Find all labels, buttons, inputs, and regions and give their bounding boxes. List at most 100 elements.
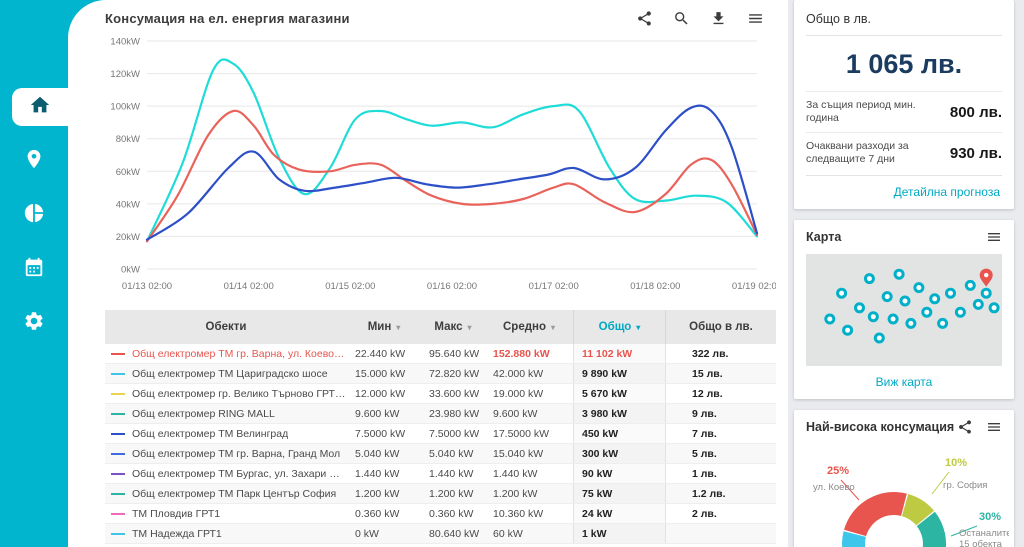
donut-pct-label: 30% <box>979 511 1001 523</box>
sidebar-item-home[interactable] <box>12 88 68 126</box>
menu-icon[interactable] <box>747 10 764 27</box>
table-row[interactable]: Общ електромер ТМ гр. Варна, ул. Коево №… <box>105 344 776 364</box>
map-marker-icon <box>966 281 974 289</box>
object-name: Общ електромер ТМ гр. Варна, Гранд Мол <box>132 448 340 460</box>
cell-avg: 17.5000 kW <box>485 424 573 443</box>
cell-max: 5.040 kW <box>421 444 485 463</box>
map-marker-icon <box>974 300 982 308</box>
cell-total: 1 kW <box>573 524 666 543</box>
sidebar-item-settings[interactable] <box>0 304 68 342</box>
calendar-icon <box>23 256 45 283</box>
main-header: Консумация на ел. енергия магазини <box>105 10 776 27</box>
search-icon[interactable] <box>673 10 690 27</box>
view-map-link[interactable]: Виж карта <box>794 366 1014 399</box>
cell-object-name: Общ електромер ТМ Цариградско шосе <box>105 364 347 383</box>
cell-object-name: ТМ Пловдив ГРТ1 <box>105 504 347 523</box>
svg-text:0kW: 0kW <box>121 265 140 276</box>
menu-icon[interactable] <box>986 229 1002 245</box>
donut-slice-label: гр. София <box>943 480 987 491</box>
map-pin-icon <box>980 268 993 286</box>
series-color-dash <box>111 513 125 515</box>
cell-total: 450 kW <box>573 424 666 443</box>
map-marker-icon <box>856 303 864 311</box>
page-title: Консумация на ел. енергия магазини <box>105 11 636 26</box>
map[interactable] <box>806 254 1002 366</box>
map-marker-icon <box>901 297 909 305</box>
cell-total: 75 kW <box>573 484 666 503</box>
map-marker-icon <box>838 289 846 297</box>
cell-max: 1.200 kW <box>421 484 485 503</box>
table-row[interactable]: Общ електромер ТМ Велинград7.5000 kW7.50… <box>105 424 776 444</box>
table-row[interactable]: Общ електромер RING MALL9.600 kW23.980 k… <box>105 404 776 424</box>
line-chart-svg: 0kW20kW40kW60kW80kW100kW120kW140kW01/13 … <box>105 29 776 301</box>
table-row[interactable]: ТМ Пловдив ГРТ10.360 kW0.360 kW10.360 kW… <box>105 504 776 524</box>
objects-table: Обекти Мин▾ Макс▾ Средно▾ Общо▾ Общо в л… <box>105 310 776 544</box>
svg-text:01/18 02:00: 01/18 02:00 <box>630 281 680 292</box>
gear-icon <box>23 310 45 337</box>
cell-max: 80.640 kW <box>421 524 485 543</box>
cell-total-lv: 5 лв. <box>666 444 776 463</box>
share-icon[interactable] <box>636 10 653 27</box>
svg-text:01/16 02:00: 01/16 02:00 <box>427 281 477 292</box>
table-row[interactable]: Общ електромер ТМ Бургас, ул. Захари Сто… <box>105 464 776 484</box>
column-header-avg[interactable]: Средно▾ <box>485 310 573 344</box>
cell-avg: 19.000 kW <box>485 384 573 403</box>
top-consumption-card: Най-висока консумация 25%ул. Коево10%гр.… <box>794 410 1014 547</box>
column-header-min[interactable]: Мин▾ <box>347 310 421 344</box>
cell-total-lv: 322 лв. <box>666 344 776 363</box>
object-name: Общ електромер ТМ Цариградско шосе <box>132 368 328 380</box>
object-name: Общ електромер ТМ Велинград <box>132 428 288 440</box>
table-row[interactable]: ТМ Надежда ГРТ10 kW80.640 kW60 kW1 kW <box>105 524 776 544</box>
column-header-objects[interactable]: Обекти <box>105 310 347 344</box>
table-row[interactable]: Общ електромер ТМ Цариградско шосе 15.000… <box>105 364 776 384</box>
table-row[interactable]: Общ електромер ТМ Парк Център София1.200… <box>105 484 776 504</box>
cell-total: 11 102 kW <box>573 344 666 363</box>
cell-object-name: Общ електромер ТМ гр. Варна, ул. Коево №… <box>105 344 347 363</box>
map-marker-icon <box>923 308 931 316</box>
top-card-header: Най-висока консумация <box>794 410 1014 444</box>
cell-min: 7.5000 kW <box>347 424 421 443</box>
sidebar-item-locations[interactable] <box>0 142 68 180</box>
detailed-forecast-link[interactable]: Детайлна прогноза <box>806 175 1002 203</box>
series-color-dash <box>111 413 125 415</box>
cell-total-lv: 12 лв. <box>666 384 776 403</box>
card-title: Общо в лв. <box>806 12 1002 36</box>
cell-min: 0.360 kW <box>347 504 421 523</box>
table-row[interactable]: Общ електромер ТМ гр. Варна, Гранд Мол 5.… <box>105 444 776 464</box>
map-marker-icon <box>915 283 923 291</box>
share-icon[interactable] <box>957 419 973 435</box>
svg-text:100kW: 100kW <box>110 102 140 113</box>
cell-max: 23.980 kW <box>421 404 485 423</box>
svg-text:140kW: 140kW <box>110 37 140 48</box>
column-header-max[interactable]: Макс▾ <box>421 310 485 344</box>
svg-text:120kW: 120kW <box>110 69 140 80</box>
cell-object-name: Общ електромер RING MALL <box>105 404 347 423</box>
table-row[interactable]: Общ електромер гр. Велико Търново ГРТ Ре… <box>105 384 776 404</box>
card-title: Карта <box>806 230 841 244</box>
menu-icon[interactable] <box>986 419 1002 435</box>
map-marker-icon <box>865 274 873 282</box>
column-header-total[interactable]: Общо▾ <box>573 310 666 344</box>
cell-total: 300 kW <box>573 444 666 463</box>
total-cost-card: Общо в лв. 1 065 лв. За същия период мин… <box>794 0 1014 209</box>
cell-min: 15.000 kW <box>347 364 421 383</box>
right-panel: Общо в лв. 1 065 лв. За същия период мин… <box>788 0 1024 547</box>
cell-min: 0 kW <box>347 524 421 543</box>
sort-caret-icon: ▾ <box>468 323 472 332</box>
series-color-dash <box>111 433 125 435</box>
series-color-dash <box>111 493 125 495</box>
download-icon[interactable] <box>710 10 727 27</box>
column-header-total-lv[interactable]: Общо в лв. <box>666 310 776 344</box>
sidebar-item-calendar[interactable] <box>0 250 68 288</box>
total-amount: 1 065 лв. <box>806 36 1002 91</box>
map-marker-icon <box>826 315 834 323</box>
map-marker-icon <box>883 292 891 300</box>
map-marker-icon <box>889 315 897 323</box>
object-name: Общ електромер ТМ гр. Варна, ул. Коево №… <box>132 348 347 360</box>
series-color-dash <box>111 393 125 395</box>
svg-text:01/17 02:00: 01/17 02:00 <box>529 281 579 292</box>
sidebar-item-analytics[interactable] <box>0 196 68 234</box>
summary-row: Очаквани разходи за следващите 7 дни 930… <box>806 132 1002 173</box>
sort-caret-icon: ▾ <box>396 323 400 332</box>
summary-label: Очаквани разходи за следващите 7 дни <box>806 140 932 166</box>
